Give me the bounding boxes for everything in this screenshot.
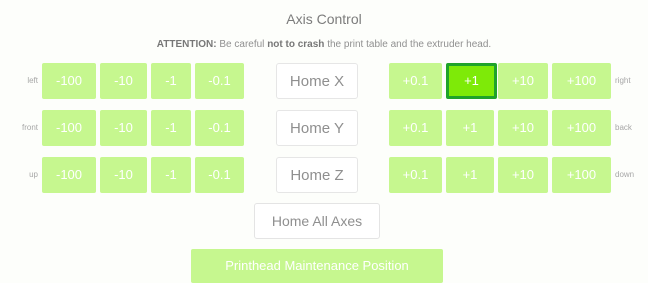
z-axis-row: up -100 -10 -1 -0.1 Home Z +0.1 +1 +10 +… [0, 157, 648, 193]
y-plus-10-button[interactable]: +10 [498, 110, 548, 146]
x-positive-direction-label: right [615, 76, 631, 85]
y-positive-direction-label: back [615, 123, 632, 132]
home-z-button[interactable]: Home Z [276, 157, 358, 193]
z-plus-100-button[interactable]: +100 [552, 157, 611, 193]
x-minus-1-button[interactable]: -1 [151, 63, 191, 99]
y-minus-1-button[interactable]: -1 [151, 110, 191, 146]
attention-emphasis: not to crash [267, 39, 325, 50]
axis-control-title: Axis Control [286, 11, 362, 27]
y-minus-0.1-button[interactable]: -0.1 [195, 110, 244, 146]
x-plus-1-button-selected[interactable]: +1 [446, 63, 497, 99]
y-plus-0.1-button[interactable]: +0.1 [389, 110, 442, 146]
home-y-label: Home Y [290, 120, 344, 137]
z-minus-100-button[interactable]: -100 [42, 157, 96, 193]
x-minus-10-button[interactable]: -10 [100, 63, 147, 99]
y-minus-10-button[interactable]: -10 [100, 110, 147, 146]
x-negative-direction-label: left [27, 76, 38, 85]
z-minus-10-button[interactable]: -10 [100, 157, 147, 193]
z-plus-0.1-button[interactable]: +0.1 [389, 157, 442, 193]
y-minus-100-button[interactable]: -100 [42, 110, 96, 146]
z-positive-direction-label: down [615, 170, 635, 179]
z-plus-1-button[interactable]: +1 [446, 157, 494, 193]
z-negative-direction-label: up [29, 170, 38, 179]
home-all-axes-button[interactable]: Home All Axes [254, 203, 380, 239]
printhead-maintenance-position-button[interactable]: Printhead Maintenance Position [191, 249, 443, 283]
x-axis-row: left -100 -10 -1 -0.1 Home X +0.1 +1 +10… [0, 63, 648, 99]
y-plus-100-button[interactable]: +100 [552, 110, 611, 146]
x-plus-10-button[interactable]: +10 [498, 63, 548, 99]
y-plus-1-button[interactable]: +1 [446, 110, 494, 146]
x-minus-100-button[interactable]: -100 [42, 63, 96, 99]
home-y-button[interactable]: Home Y [276, 110, 358, 146]
attention-text-post: the print table and the extruder head. [324, 39, 492, 50]
x-plus-100-button[interactable]: +100 [552, 63, 611, 99]
z-minus-0.1-button[interactable]: -0.1 [195, 157, 244, 193]
x-minus-0.1-button[interactable]: -0.1 [195, 63, 244, 99]
home-x-button[interactable]: Home X [276, 63, 358, 99]
attention-label: ATTENTION: [156, 39, 217, 50]
x-plus-0.1-button[interactable]: +0.1 [389, 63, 442, 99]
z-minus-1-button[interactable]: -1 [151, 157, 191, 193]
home-z-label: Home Z [290, 167, 344, 184]
attention-text-pre: Be careful [216, 39, 268, 50]
home-x-label: Home X [289, 73, 345, 90]
y-axis-row: front -100 -10 -1 -0.1 Home Y +0.1 +1 +1… [0, 110, 648, 146]
y-negative-direction-label: front [21, 123, 38, 132]
attention-notice: ATTENTION: Be careful not to crash the p… [0, 39, 648, 50]
z-plus-10-button[interactable]: +10 [498, 157, 548, 193]
